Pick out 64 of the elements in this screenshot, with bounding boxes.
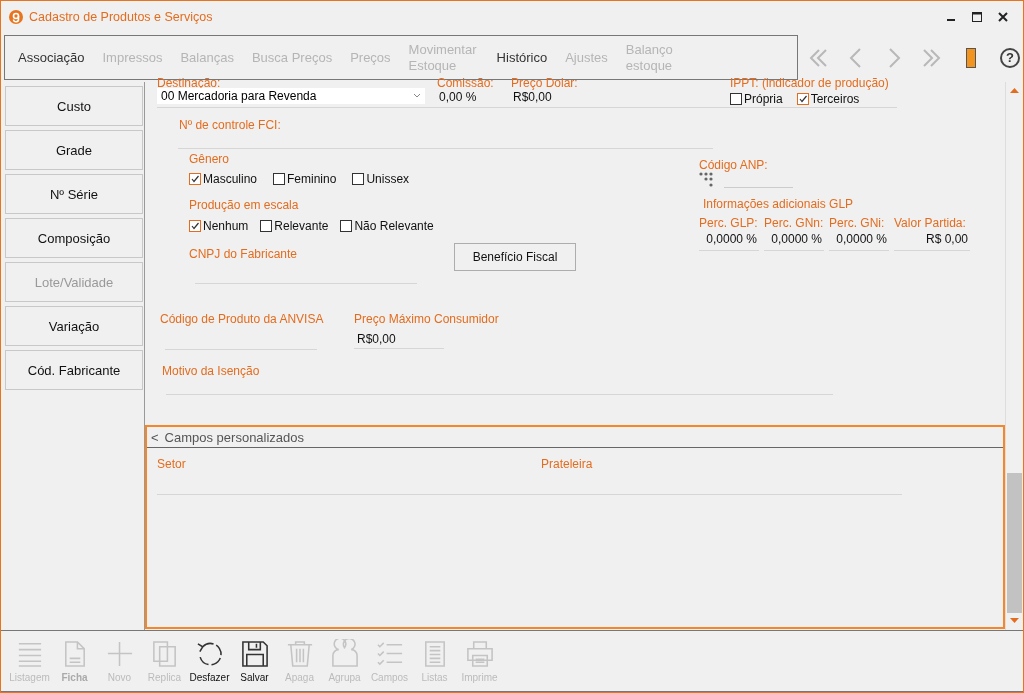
panel-title: Campos personalizados [164, 429, 305, 445]
side-button[interactable]: Grade [5, 130, 143, 170]
chevron-down-icon [413, 93, 421, 99]
field-label: Perc. GNi: [829, 216, 886, 230]
benefit-button[interactable]: Benefício Fiscal [454, 243, 576, 271]
side-button[interactable]: Custo [5, 86, 143, 126]
group-label: Gênero [189, 152, 231, 166]
app-logo-icon [9, 10, 23, 24]
section-label: Informações adicionais GLP [703, 197, 855, 211]
field-label: Prateleira [541, 457, 594, 471]
field-value: R$ 0,00 [894, 230, 970, 251]
side-button[interactable]: Nº Série [5, 174, 143, 214]
checkbox[interactable]: Nenhum [189, 219, 249, 233]
people-icon [329, 639, 360, 669]
check-icon [797, 94, 808, 104]
checkbox[interactable]: Própria [730, 92, 783, 106]
scroll-up-icon[interactable] [1010, 87, 1019, 93]
field-label: IPPT: (indicador de produção) [730, 78, 889, 88]
window-title: Cadastro de Produtos e Serviços [29, 10, 214, 24]
close-icon[interactable] [997, 11, 1009, 23]
checkbox[interactable]: Não Relevante [340, 219, 434, 233]
side-button[interactable]: Variação [5, 306, 143, 346]
field-label: Código ANP: [699, 158, 769, 172]
side-button[interactable]: Cód. Fabricante [5, 350, 143, 390]
checkbox[interactable]: Masculino [189, 172, 258, 186]
collapse-toggle[interactable]: < [151, 429, 159, 445]
check-icon [190, 221, 200, 231]
help-button[interactable]: ? [1000, 47, 1020, 68]
field-label: Nº de controle FCI: [179, 118, 282, 132]
group-label: Produção em escala [189, 198, 300, 212]
checkbox[interactable]: Relevante [260, 219, 329, 233]
field-label: Preço Máximo Consumidor [354, 312, 499, 326]
field-label: CNPJ do Fabricante [189, 247, 299, 261]
scroll-thumb[interactable] [1007, 473, 1022, 613]
field-value: R$0,00 [512, 90, 553, 104]
field-value: 0,0000 % [764, 230, 824, 251]
field-label: Comissão: [437, 78, 495, 88]
toolbar-button[interactable]: Salvar [232, 639, 277, 683]
field-value: 0,0000 % [829, 230, 889, 251]
dropdown[interactable]: 00 Mercadoria para Revenda [157, 88, 425, 104]
side-button[interactable]: Composição [5, 218, 143, 258]
checkbox[interactable]: Feminino [273, 172, 337, 186]
field-value: 0,0000 % [699, 230, 759, 251]
toolbar-tab[interactable]: Histórico [489, 49, 555, 66]
field-label: Perc. GLP: [699, 216, 759, 230]
status-indicator [966, 47, 976, 68]
field-value: 0,00 % [438, 89, 478, 104]
checkbox[interactable]: Terceiros [796, 92, 860, 106]
field-label: Perc. GNn: [764, 216, 824, 230]
field-label: Motivo da Isenção [162, 364, 261, 378]
field-label: Preço Dolar: [511, 78, 579, 88]
field-label: Valor Partida: [894, 216, 967, 230]
field-value: R$0,00 [356, 331, 397, 348]
maximize-icon[interactable] [971, 11, 983, 23]
toolbar-button[interactable]: Desfazer [187, 639, 232, 683]
scrollbar[interactable] [1005, 82, 1023, 630]
printer-icon [464, 639, 495, 669]
check-icon [190, 174, 200, 184]
field-label: Setor [157, 457, 187, 471]
checkbox[interactable]: Unissex [352, 172, 410, 186]
scroll-down-icon[interactable] [1010, 618, 1019, 624]
field-label: Código de Produto da ANVISA [160, 312, 325, 326]
toolbar-tab[interactable]: Associação [11, 49, 92, 66]
field-label: Destinação: [157, 78, 222, 88]
